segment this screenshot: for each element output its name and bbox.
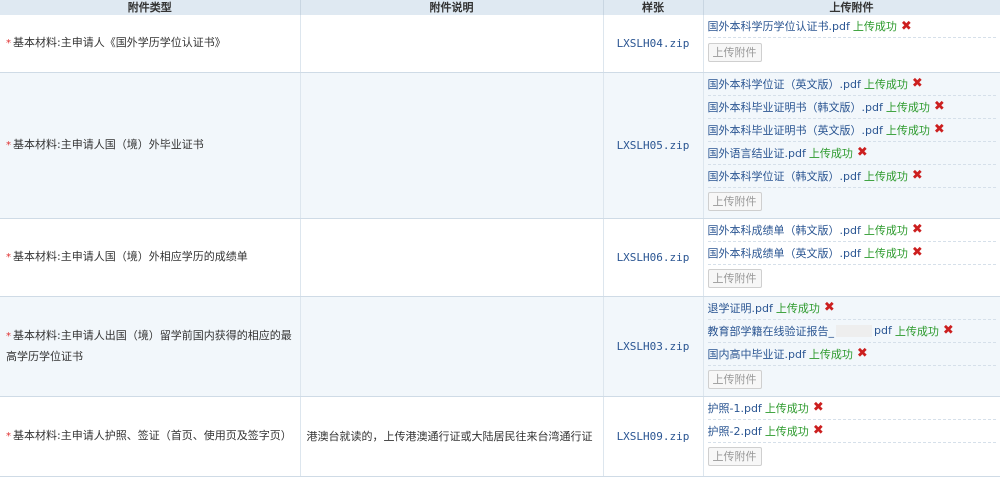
upload-cell: 退学证明.pdf 上传成功 ✖ 教育部学籍在线验证报告_ pdf 上传成功 ✖ 国内高中毕… (703, 296, 1000, 397)
upload-button[interactable]: 上传附件 (707, 269, 762, 288)
required-mark: * (6, 330, 11, 342)
file-link[interactable]: 护照-2.pdf (708, 423, 762, 439)
file-link[interactable]: 国外语言结业证.pdf (708, 145, 806, 161)
file-link[interactable]: 国外本科毕业证明书（英文版）.pdf (708, 122, 883, 138)
file-link[interactable]: 教育部学籍在线验证报告_ (708, 323, 835, 339)
upload-cell: 国外本科学位证（英文版）.pdf 上传成功 ✖ 国外本科毕业证明书（韩文版）.pdf… (703, 72, 1000, 219)
file-link[interactable]: 国外本科成绩单（英文版）.pdf (708, 245, 861, 261)
upload-button[interactable]: 上传附件 (707, 370, 762, 389)
sample-link[interactable]: LXSLH04.zip (603, 15, 704, 73)
sample-link[interactable]: LXSLH06.zip (603, 218, 704, 297)
upload-button[interactable]: 上传附件 (707, 192, 762, 211)
delete-icon[interactable]: ✖ (943, 323, 954, 338)
uploaded-file: 国外本科毕业证明书（韩文版）.pdf 上传成功 ✖ (707, 96, 996, 119)
uploaded-file: 国外语言结业证.pdf 上传成功 ✖ (707, 142, 996, 165)
upload-status: 上传成功 (852, 20, 897, 33)
table-row: * 基本材料:主申请人《国外学历学位认证书》 LXSLH04.zip 国外本科学历… (0, 15, 1000, 73)
attachment-desc (300, 72, 604, 219)
upload-cell: 护照-1.pdf 上传成功 ✖ 护照-2.pdf 上传成功 ✖ 上传附件 (703, 396, 1000, 477)
sample-link[interactable]: LXSLH03.zip (603, 296, 704, 397)
col-header-upload: 上传附件 (703, 0, 1000, 15)
delete-icon[interactable]: ✖ (813, 400, 824, 415)
redacted-area (836, 324, 872, 337)
table-row: * 基本材料:主申请人国（境）外毕业证书 LXSLH05.zip 国外本科学位证（… (0, 72, 1000, 219)
required-mark: * (6, 139, 11, 151)
file-link[interactable]: 国外本科学历学位认证书.pdf (708, 18, 850, 34)
upload-status: 上传成功 (863, 77, 908, 91)
uploaded-file: 国外本科学位证（英文版）.pdf 上传成功 ✖ (707, 73, 996, 96)
upload-button[interactable]: 上传附件 (707, 42, 762, 62)
upload-status: 上传成功 (885, 100, 930, 114)
uploaded-file: 国内高中毕业证.pdf 上传成功 ✖ (707, 343, 996, 366)
table-row: * 基本材料:主申请人国（境）外相应学历的成绩单 LXSLH06.zip 国外本科… (0, 218, 1000, 297)
attachment-type: * 基本材料:主申请人出国（境）留学前国内获得的相应的最 高学历学位证书 (0, 296, 301, 397)
delete-icon[interactable]: ✖ (934, 122, 945, 137)
file-link[interactable]: 国内高中毕业证.pdf (708, 346, 806, 362)
upload-status: 上传成功 (863, 223, 908, 237)
required-mark: * (6, 430, 11, 442)
delete-icon[interactable]: ✖ (912, 76, 923, 91)
upload-status: 上传成功 (863, 169, 908, 183)
uploaded-file: 国外本科学历学位认证书.pdf 上传成功 ✖ (707, 15, 996, 38)
file-link[interactable]: 退学证明.pdf (708, 300, 773, 316)
attachments-table: 附件类型 附件说明 样张 上传附件 * 基本材料:主申请人《国外学历学位认证书》 … (0, 0, 1000, 477)
upload-status: 上传成功 (764, 401, 809, 415)
col-header-desc: 附件说明 (300, 0, 604, 15)
uploaded-file: 国外本科学位证（韩文版）.pdf 上传成功 ✖ (707, 165, 996, 188)
sample-link[interactable]: LXSLH09.zip (603, 396, 704, 477)
attachment-type: * 基本材料:主申请人护照、签证（首页、使用页及签字页） (0, 396, 301, 477)
uploaded-file: 国外本科成绩单（英文版）.pdf 上传成功 ✖ (707, 242, 996, 265)
required-mark: * (6, 37, 11, 49)
attachment-desc (300, 218, 604, 297)
attachment-type: * 基本材料:主申请人国（境）外相应学历的成绩单 (0, 218, 301, 297)
table-row: * 基本材料:主申请人护照、签证（首页、使用页及签字页） 港澳台就读的，上传港澳通… (0, 396, 1000, 477)
uploaded-file: 退学证明.pdf 上传成功 ✖ (707, 297, 996, 320)
table-row: * 基本材料:主申请人出国（境）留学前国内获得的相应的最 高学历学位证书 LXSLH… (0, 296, 1000, 397)
file-link[interactable]: 护照-1.pdf (708, 400, 762, 416)
attachment-desc (300, 15, 604, 73)
upload-status: 上传成功 (764, 424, 809, 438)
upload-cell: 国外本科成绩单（韩文版）.pdf 上传成功 ✖ 国外本科成绩单（英文版）.pdf 上传… (703, 218, 1000, 297)
delete-icon[interactable]: ✖ (857, 346, 868, 361)
file-link[interactable]: 国外本科成绩单（韩文版）.pdf (708, 222, 861, 238)
attachment-desc: 港澳台就读的，上传港澳通行证或大陆居民往来台湾通行证 (300, 396, 604, 477)
uploaded-file: 护照-2.pdf 上传成功 ✖ (707, 420, 996, 443)
upload-cell: 国外本科学历学位认证书.pdf 上传成功 ✖ 上传附件 (703, 15, 1000, 73)
upload-status: 上传成功 (894, 324, 939, 338)
col-header-sample: 样张 (603, 0, 704, 15)
upload-status: 上传成功 (885, 123, 930, 137)
upload-button[interactable]: 上传附件 (707, 447, 762, 466)
uploaded-file: 教育部学籍在线验证报告_ pdf 上传成功 ✖ (707, 320, 996, 343)
uploaded-file: 国外本科毕业证明书（英文版）.pdf 上传成功 ✖ (707, 119, 996, 142)
uploaded-file: 国外本科成绩单（韩文版）.pdf 上传成功 ✖ (707, 219, 996, 242)
delete-icon[interactable]: ✖ (824, 300, 835, 315)
table-header: 附件类型 附件说明 样张 上传附件 (0, 0, 1000, 15)
uploaded-file: 护照-1.pdf 上传成功 ✖ (707, 397, 996, 420)
file-link[interactable]: 国外本科学位证（英文版）.pdf (708, 76, 861, 92)
upload-status: 上传成功 (863, 246, 908, 260)
required-mark: * (6, 251, 11, 263)
delete-icon[interactable]: ✖ (813, 423, 824, 438)
attachment-type: * 基本材料:主申请人国（境）外毕业证书 (0, 72, 301, 219)
delete-icon[interactable]: ✖ (912, 245, 923, 260)
attachment-desc (300, 296, 604, 397)
upload-status: 上传成功 (808, 347, 853, 361)
delete-icon[interactable]: ✖ (857, 145, 868, 160)
attachment-type: * 基本材料:主申请人《国外学历学位认证书》 (0, 15, 301, 73)
sample-link[interactable]: LXSLH05.zip (603, 72, 704, 219)
delete-icon[interactable]: ✖ (912, 222, 923, 237)
delete-icon[interactable]: ✖ (912, 168, 923, 183)
col-header-type: 附件类型 (0, 0, 301, 15)
file-ext: pdf (874, 324, 892, 337)
delete-icon[interactable]: ✖ (934, 99, 945, 114)
delete-icon[interactable]: ✖ (901, 19, 912, 34)
upload-status: 上传成功 (808, 146, 853, 160)
upload-status: 上传成功 (775, 301, 820, 315)
file-link[interactable]: 国外本科毕业证明书（韩文版）.pdf (708, 99, 883, 115)
file-link[interactable]: 国外本科学位证（韩文版）.pdf (708, 168, 861, 184)
